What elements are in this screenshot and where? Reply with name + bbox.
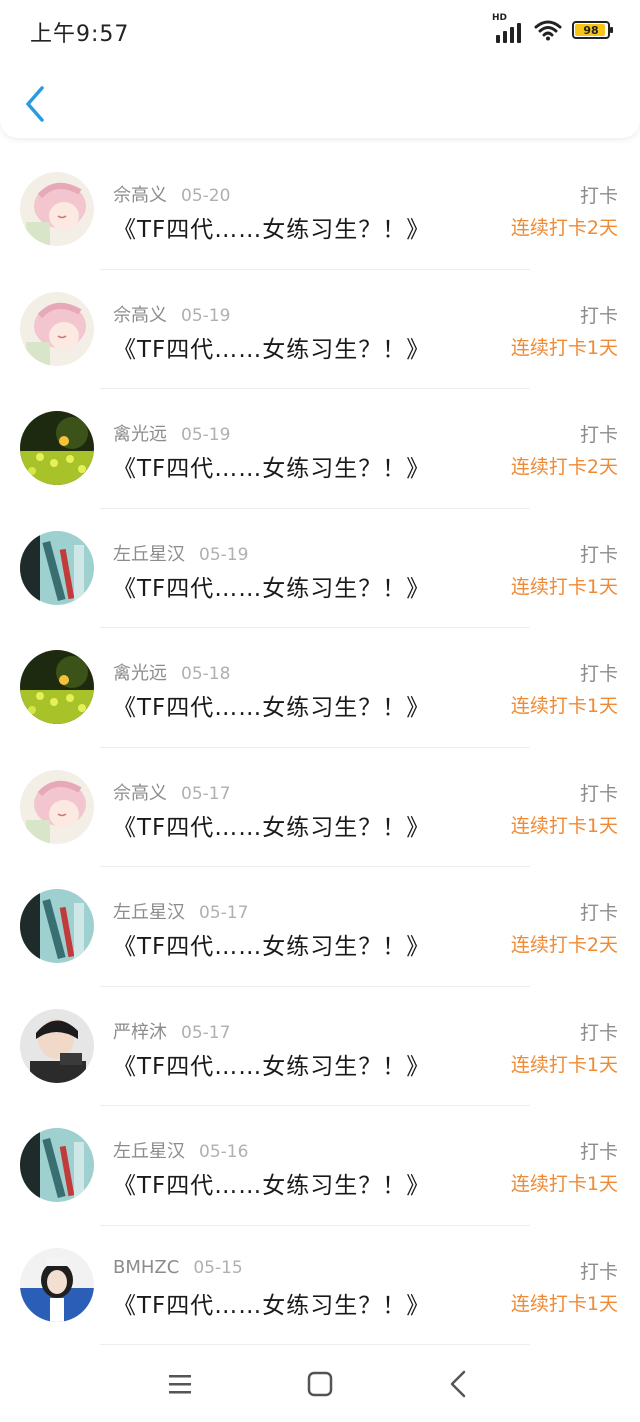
- item-meta: 禽光远 05-18: [113, 659, 230, 685]
- action-label: 打卡: [579, 663, 618, 685]
- action-label: 打卡: [579, 424, 618, 446]
- avatar[interactable]: [20, 411, 94, 485]
- menu-button[interactable]: [160, 1364, 200, 1404]
- date-label: 05-15: [193, 1257, 243, 1278]
- battery-icon: 98: [572, 21, 613, 39]
- avatar[interactable]: [20, 1247, 94, 1322]
- username[interactable]: 禽光远: [113, 663, 167, 684]
- item-meta: 左丘星汉 05-19: [113, 540, 248, 566]
- back-button[interactable]: [20, 84, 50, 124]
- wifi-icon: [534, 19, 562, 41]
- status-time: 上午9:57: [30, 22, 130, 47]
- username[interactable]: BMHZC: [113, 1257, 179, 1278]
- book-title[interactable]: 《TF四代……女练习生？！》: [113, 808, 430, 842]
- streak-label: 连续打卡1天: [510, 814, 618, 837]
- book-title[interactable]: 《TF四代……女练习生？！》: [113, 210, 430, 244]
- streak-label: 连续打卡1天: [510, 1053, 618, 1076]
- book-title[interactable]: 《TF四代……女练习生？！》: [113, 688, 430, 722]
- list-item[interactable]: 左丘星汉 05-19 《TF四代……女练习生？！》 打卡连续打卡1天: [0, 509, 640, 629]
- book-title[interactable]: 《TF四代……女练习生？！》: [113, 449, 430, 483]
- hd-label: HD: [492, 13, 508, 23]
- book-title[interactable]: 《TF四代……女练习生？！》: [113, 1047, 430, 1081]
- username[interactable]: 禽光远: [113, 424, 167, 445]
- item-meta: 左丘星汉 05-17: [113, 898, 248, 924]
- streak-label: 连续打卡2天: [510, 217, 618, 239]
- back-triangle-icon: [450, 1370, 466, 1398]
- username[interactable]: 左丘星汉: [113, 544, 185, 565]
- date-label: 05-16: [199, 1142, 249, 1162]
- date-label: 05-17: [181, 1022, 231, 1043]
- home-square-icon: [307, 1371, 333, 1397]
- streak-label: 连续打卡1天: [510, 1292, 618, 1315]
- list-item[interactable]: 左丘星汉 05-16 《TF四代……女练习生？！》 打卡连续打卡1天: [0, 1106, 640, 1226]
- avatar[interactable]: [20, 291, 94, 366]
- date-label: 05-17: [181, 783, 231, 804]
- username[interactable]: 严梓沐: [113, 1022, 167, 1043]
- checkin-list: 佘高义 05-20 《TF四代……女练习生？！》 打卡 连续打卡2天 佘高义 05-19 《T…: [0, 150, 640, 1345]
- item-meta: 禽光远 05-19: [113, 420, 230, 446]
- header: 上午9:57 HD 98: [0, 0, 640, 138]
- action-label: 打卡: [579, 1021, 618, 1044]
- avatar[interactable]: [20, 769, 94, 844]
- username[interactable]: 佘高义: [113, 305, 167, 326]
- list-item[interactable]: 左丘星汉 05-17 《TF四代……女练习生？！》 打卡连续打卡2天: [0, 867, 640, 987]
- username[interactable]: 佘高义: [113, 783, 167, 804]
- avatar[interactable]: [20, 1128, 94, 1202]
- nav-back-button[interactable]: [438, 1364, 478, 1404]
- list-item[interactable]: 禽光远 05-19 《TF四代……女练习生？！》 打卡连续打卡2天: [0, 389, 640, 509]
- action-label: 打卡: [579, 782, 618, 805]
- book-title[interactable]: 《TF四代……女练习生？！》: [113, 1286, 430, 1320]
- date-label: 05-19: [181, 425, 231, 445]
- battery-level: 98: [583, 23, 599, 37]
- date-label: 05-20: [181, 186, 231, 206]
- status-icons: HD 98: [492, 13, 613, 44]
- item-meta: 严梓沐 05-17: [113, 1018, 230, 1044]
- menu-icon: [169, 1375, 191, 1394]
- streak-label: 连续打卡1天: [510, 1173, 618, 1195]
- list-item[interactable]: 禽光远 05-18 《TF四代……女练习生？！》 打卡连续打卡1天: [0, 628, 640, 748]
- username[interactable]: 佘高义: [113, 185, 167, 206]
- list-item[interactable]: 佘高义 05-17 《TF四代……女练习生？！》 打卡连续打卡1天: [0, 748, 640, 868]
- signal-icon: HD: [492, 13, 524, 43]
- date-label: 05-17: [199, 903, 249, 923]
- list-item[interactable]: BMHZC 05-15 《TF四代……女练习生？！》 打卡连续打卡1天: [0, 1226, 640, 1346]
- list-item[interactable]: 严梓沐 05-17 《TF四代……女练习生？！》 打卡连续打卡1天: [0, 987, 640, 1107]
- avatar[interactable]: [20, 650, 94, 724]
- streak-label: 连续打卡1天: [510, 695, 618, 717]
- item-meta: 佘高义 05-19: [113, 301, 230, 327]
- list-item[interactable]: 佘高义 05-19 《TF四代……女练习生？！》 打卡连续打卡1天: [0, 270, 640, 390]
- action-label: 打卡: [579, 304, 618, 327]
- item-meta: BMHZC 05-15: [113, 1257, 243, 1278]
- avatar[interactable]: [20, 172, 94, 246]
- list-item[interactable]: 佘高义 05-20 《TF四代……女练习生？！》 打卡连续打卡2天: [0, 150, 640, 270]
- action-label: 打卡: [579, 185, 618, 207]
- action-label: 打卡: [579, 543, 618, 566]
- avatar[interactable]: [20, 1008, 94, 1083]
- chevron-left-icon: [26, 86, 44, 122]
- book-title[interactable]: 《TF四代……女练习生？！》: [113, 1166, 430, 1200]
- avatar[interactable]: [20, 889, 94, 963]
- avatar[interactable]: [20, 530, 94, 605]
- date-label: 05-19: [181, 305, 231, 326]
- item-meta: 佘高义 05-17: [113, 779, 230, 805]
- streak-label: 连续打卡2天: [510, 456, 618, 478]
- item-meta: 左丘星汉 05-16: [113, 1137, 248, 1163]
- action-label: 打卡: [579, 1141, 618, 1163]
- action-label: 打卡: [579, 1260, 618, 1283]
- streak-label: 连续打卡2天: [510, 934, 618, 956]
- streak-label: 连续打卡1天: [510, 336, 618, 359]
- streak-label: 连续打卡1天: [510, 575, 618, 598]
- date-label: 05-19: [199, 544, 249, 565]
- action-label: 打卡: [579, 902, 618, 924]
- book-title[interactable]: 《TF四代……女练习生？！》: [113, 569, 430, 603]
- date-label: 05-18: [181, 664, 231, 684]
- home-button[interactable]: [300, 1364, 340, 1404]
- username[interactable]: 左丘星汉: [113, 902, 185, 923]
- username[interactable]: 左丘星汉: [113, 1141, 185, 1162]
- system-navbar: [0, 1346, 640, 1422]
- book-title[interactable]: 《TF四代……女练习生？！》: [113, 927, 430, 961]
- book-title[interactable]: 《TF四代……女练习生？！》: [113, 330, 430, 364]
- item-meta: 佘高义 05-20: [113, 181, 230, 207]
